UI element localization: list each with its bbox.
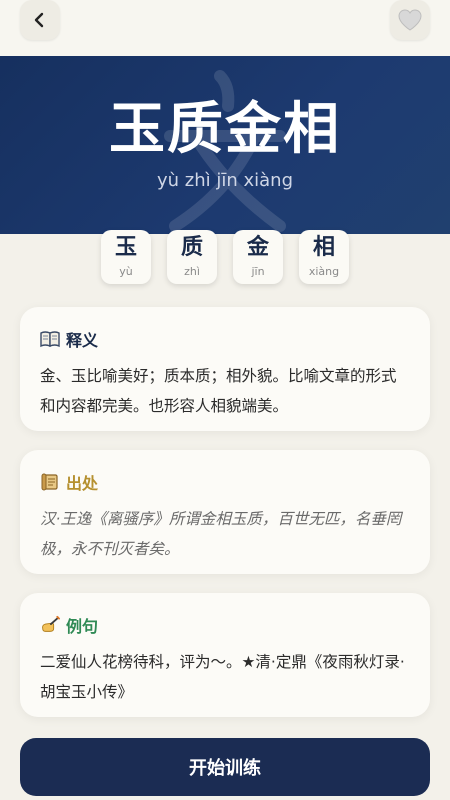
character-tiles: 玉 yù 质 zhì 金 jīn 相 xiàng: [0, 230, 450, 290]
character-tile[interactable]: 相 xiàng: [299, 230, 349, 284]
example-card: 例句 二爱仙人花榜待科，评为～。★清·定鼎《夜雨秋灯录·胡宝玉小传》: [20, 593, 430, 717]
chevron-left-icon: [34, 12, 44, 28]
character-tile[interactable]: 玉 yù: [101, 230, 151, 284]
heart-icon: [398, 9, 422, 31]
book-icon: [40, 329, 60, 349]
character-pinyin: zhì: [184, 265, 200, 278]
source-text: 汉·王逸《离骚序》所谓金相玉质，百世无匹，名垂罔极，永不刊灭者矣。: [40, 510, 402, 558]
favorite-button[interactable]: [390, 0, 430, 40]
source-card: 出处 汉·王逸《离骚序》所谓金相玉质，百世无匹，名垂罔极，永不刊灭者矣。: [20, 450, 430, 574]
meaning-text: 金、玉比喻美好；质本质；相外貌。比喻文章的形式和内容都完美。也形容人相貌端美。: [40, 367, 397, 415]
example-header: 例句: [40, 613, 410, 637]
character-pinyin: yù: [119, 265, 133, 278]
character-hanzi: 玉: [114, 235, 137, 260]
example-title: 例句: [66, 617, 99, 636]
character-hanzi: 质: [180, 235, 203, 260]
character-hanzi: 金: [246, 235, 269, 260]
idiom-pinyin: yù zhì jīn xiàng: [156, 170, 293, 191]
example-text: 二爱仙人花榜待科，评为～。★清·定鼎《夜雨秋灯录·胡宝玉小传》: [40, 653, 405, 701]
source-title: 出处: [66, 474, 99, 493]
idiom-title: 玉质金相: [109, 96, 341, 162]
character-hanzi: 相: [312, 235, 335, 260]
source-header: 出处: [40, 470, 410, 494]
writing-hand-icon: [40, 615, 60, 635]
meaning-card: 释义 金、玉比喻美好；质本质；相外貌。比喻文章的形式和内容都完美。也形容人相貌端…: [20, 307, 430, 431]
character-tile[interactable]: 质 zhì: [167, 230, 217, 284]
top-bar: [0, 0, 450, 56]
scroll-icon: [40, 472, 60, 492]
character-pinyin: jīn: [251, 265, 265, 278]
meaning-header: 释义: [40, 327, 410, 351]
meaning-title: 释义: [66, 331, 99, 350]
start-training-button[interactable]: 开始训练: [20, 738, 430, 796]
character-pinyin: xiàng: [308, 265, 340, 278]
hero-banner: 玉质金相 yù zhì jīn xiàng: [0, 56, 450, 234]
back-button[interactable]: [20, 0, 60, 40]
character-tile[interactable]: 金 jīn: [233, 230, 283, 284]
